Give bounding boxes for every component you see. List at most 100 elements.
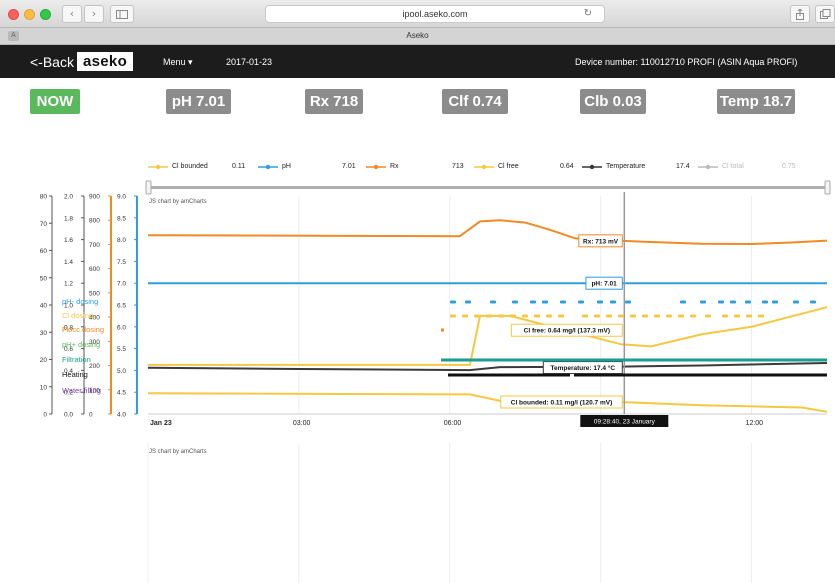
scrollbar-handle-left — [145, 180, 152, 195]
dosing-mark — [490, 300, 496, 304]
browser-tab[interactable]: A Aseko — [0, 28, 835, 45]
y-tick-label-ph: 4.5 — [117, 390, 126, 397]
y-tick-label-rx: 0 — [89, 412, 93, 419]
dosing-mark — [618, 314, 624, 318]
legend-label: Cl free — [498, 163, 519, 170]
tooltip-balloon: Rx: 713 mV — [578, 234, 623, 248]
legend-value: 7.01 — [342, 163, 356, 170]
dosing-mark — [734, 314, 740, 318]
dosing-mark — [705, 314, 711, 318]
legend-marker-icon — [582, 164, 602, 170]
date-selector[interactable]: 2017-01-23 — [226, 57, 272, 67]
y-tick-label-ph: 5.5 — [117, 346, 126, 353]
x-tick-label: Jan 23 — [150, 420, 172, 427]
y-tick-label-rx: 200 — [89, 363, 100, 370]
dosing-mark — [606, 314, 612, 318]
dosing-mark — [625, 300, 631, 304]
amcharts-credit: JS chart by amCharts — [149, 449, 207, 455]
dosing-mark — [772, 300, 778, 304]
balloon-text: pH: 7.01 — [591, 281, 617, 288]
y-tick-label-cl: 2.0 — [64, 194, 73, 201]
temp-status-badge: Temp 18.7 — [717, 89, 795, 114]
y-tick-label-temp: 0 — [43, 412, 47, 419]
legend-label: Cl bounded — [172, 163, 208, 170]
forward-nav-button[interactable]: › — [84, 5, 104, 23]
dosing-mark — [630, 314, 636, 318]
device-number: Device number: 110012710 PROFI (ASIN Aqu… — [575, 57, 798, 67]
legend-marker-icon — [698, 164, 718, 170]
share-button[interactable] — [790, 5, 810, 23]
rx-status-badge: Rx 718 — [305, 89, 363, 114]
y-tick-label-rx: 700 — [89, 242, 100, 249]
now-button[interactable]: NOW — [30, 89, 80, 114]
chart-scrollbar — [148, 186, 827, 189]
tooltip-balloon: Temperature: 17.4 °C — [542, 361, 623, 375]
dosing-mark — [582, 314, 588, 318]
dosing-mark — [762, 300, 768, 304]
back-link[interactable]: <-Back — [30, 54, 74, 70]
legend-marker-icon — [258, 164, 278, 170]
y-tick-label-ph: 8.5 — [117, 215, 126, 222]
x-tick-label: 03:00 — [293, 420, 311, 427]
y-tick-label-cl: 1.4 — [64, 259, 73, 266]
address-bar[interactable]: ipool.aseko.com ↻ — [265, 5, 605, 23]
dosing-mark — [730, 300, 736, 304]
ph-status-badge: pH 7.01 — [166, 89, 231, 114]
close-window-button[interactable] — [8, 9, 19, 20]
chevron-right-icon: › — [91, 7, 97, 20]
dosing-label-flocc-dosing: Flocc dosing — [62, 325, 105, 334]
dosing-mark — [510, 314, 516, 318]
y-tick-label-ph: 6.5 — [117, 303, 126, 310]
dosing-mark — [793, 300, 799, 304]
legend-label: Temperature — [606, 163, 646, 170]
dosing-mark — [746, 314, 752, 318]
dosing-label-water-filling: Water filling — [62, 386, 101, 395]
dosing-mark — [474, 314, 480, 318]
legend-value: 713 — [452, 163, 464, 170]
y-tick-label-ph: 4.0 — [117, 412, 126, 419]
y-tick-label-ph: 6.0 — [117, 324, 126, 331]
minimize-window-button[interactable] — [24, 9, 35, 20]
y-tick-label-temp: 70 — [40, 221, 48, 228]
heating-bar — [448, 373, 570, 377]
y-tick-label-ph: 7.0 — [117, 281, 126, 288]
scrollbar-handle-right — [824, 180, 831, 195]
dosing-mark — [530, 300, 536, 304]
reload-icon[interactable]: ↻ — [584, 6, 592, 22]
legend-label: Cl total — [722, 163, 744, 170]
legend-value: 17.4 — [676, 163, 690, 170]
tabs-overview-button[interactable] — [815, 5, 835, 23]
y-tick-label-temp: 60 — [40, 248, 48, 255]
app-header: <-Back aseko Menu ▾ 2017-01-23 Device nu… — [0, 45, 835, 78]
dosing-mark — [512, 300, 518, 304]
clb-status-badge: Clb 0.03 — [580, 89, 646, 114]
legend-value: 0.64 — [560, 163, 574, 170]
clf-status-badge: Clf 0.74 — [442, 89, 508, 114]
y-tick-label-ph: 9.0 — [117, 194, 126, 201]
tooltip-balloon: Cl bounded: 0.11 mg/l (120.7 mV) — [500, 395, 623, 409]
dosing-mark — [666, 314, 672, 318]
dosing-mark — [546, 314, 552, 318]
dosing-label-cl-dosing: Cl dosing — [62, 311, 94, 320]
dosing-mark — [810, 300, 816, 304]
series-line-rx — [147, 219, 828, 245]
legend-marker-icon — [366, 164, 386, 170]
zoom-window-button[interactable] — [40, 9, 51, 20]
y-tick-label-cl: 1.6 — [64, 237, 73, 244]
y-tick-label-rx: 600 — [89, 266, 100, 273]
back-nav-button[interactable]: ‹ — [62, 5, 82, 23]
menu-dropdown[interactable]: Menu ▾ — [163, 57, 193, 68]
x-tick-label: 06:00 — [444, 420, 462, 427]
sidebar-toggle-button[interactable] — [110, 5, 134, 23]
balloon-text: Cl free: 0.64 mg/l (137.3 mV) — [524, 328, 610, 335]
y-tick-label-cl: 1.2 — [64, 281, 73, 288]
balloon-text: Rx: 713 mV — [583, 238, 619, 245]
y-tick-label-temp: 30 — [40, 330, 48, 337]
dosing-mark — [498, 314, 504, 318]
y-tick-label-ph: 8.0 — [117, 237, 126, 244]
dosing-mark — [597, 300, 603, 304]
tabs-icon — [819, 9, 830, 19]
dosing-mark — [690, 314, 696, 318]
tooltip-balloon: Cl free: 0.64 mg/l (137.3 mV) — [510, 323, 623, 337]
dosing-mark — [642, 314, 648, 318]
